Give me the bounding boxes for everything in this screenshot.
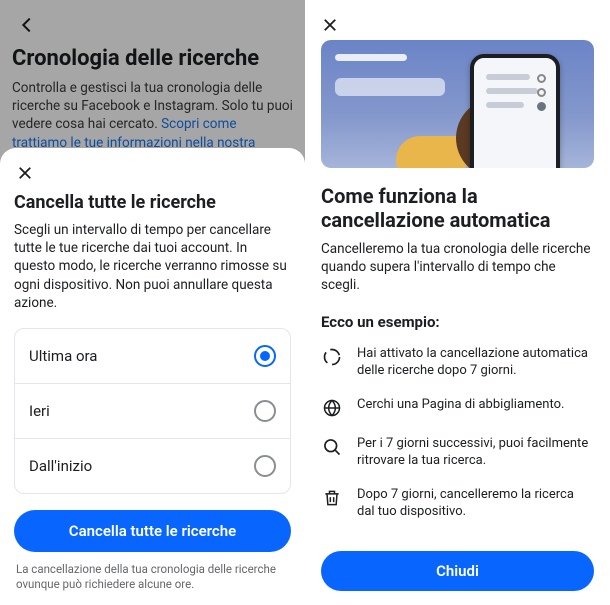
close-button[interactable]: Chiudi [321, 551, 594, 591]
step-item: Dopo 7 giorni, cancelleremo la ricerca d… [321, 486, 594, 521]
step-item: Per i 7 giorni successivi, puoi facilmen… [321, 435, 594, 470]
bottom-sheet: Cancella tutte le ricerche Scegli un int… [0, 148, 305, 605]
example-subtitle: Ecco un esempio: [321, 313, 594, 331]
option-dall-inizio[interactable]: Dall'inizio [15, 439, 290, 493]
radio-icon [254, 455, 276, 477]
footnote: La cancellazione della tua cronologia de… [14, 552, 291, 592]
close-icon[interactable] [321, 12, 594, 34]
search-icon [321, 436, 343, 458]
close-icon[interactable] [14, 164, 291, 192]
radio-icon [254, 400, 276, 422]
spinner-icon [321, 346, 343, 368]
option-label: Ieri [29, 402, 50, 420]
sheet-title: Cancella tutte le ricerche [14, 192, 291, 213]
step-text: Hai attivato la cancellazione automatica… [357, 345, 594, 380]
illustration [321, 40, 594, 168]
step-item: Hai attivato la cancellazione automatica… [321, 345, 594, 380]
step-text: Cerchi una Pagina di abbigliamento. [357, 396, 564, 419]
clear-all-button[interactable]: Cancella tutte le ricerche [14, 510, 291, 552]
option-ultima-ora[interactable]: Ultima ora [15, 329, 290, 384]
option-label: Ultima ora [29, 347, 97, 365]
step-item: Cerchi una Pagina di abbigliamento. [321, 396, 594, 419]
trash-icon [321, 487, 343, 509]
step-text: Per i 7 giorni successivi, puoi facilmen… [357, 435, 594, 470]
option-label: Dall'inizio [29, 457, 92, 475]
globe-icon [321, 397, 343, 419]
time-range-options: Ultima ora Ieri Dall'inizio [14, 328, 291, 494]
option-ieri[interactable]: Ieri [15, 384, 290, 439]
radio-icon [254, 345, 276, 367]
sheet-description: Scegli un intervallo di tempo per cancel… [14, 221, 291, 312]
step-text: Dopo 7 giorni, cancelleremo la ricerca d… [357, 486, 594, 521]
info-description: Cancelleremo la tua cronologia delle ric… [321, 240, 594, 295]
info-title: Come funziona la cancellazione automatic… [321, 184, 594, 232]
